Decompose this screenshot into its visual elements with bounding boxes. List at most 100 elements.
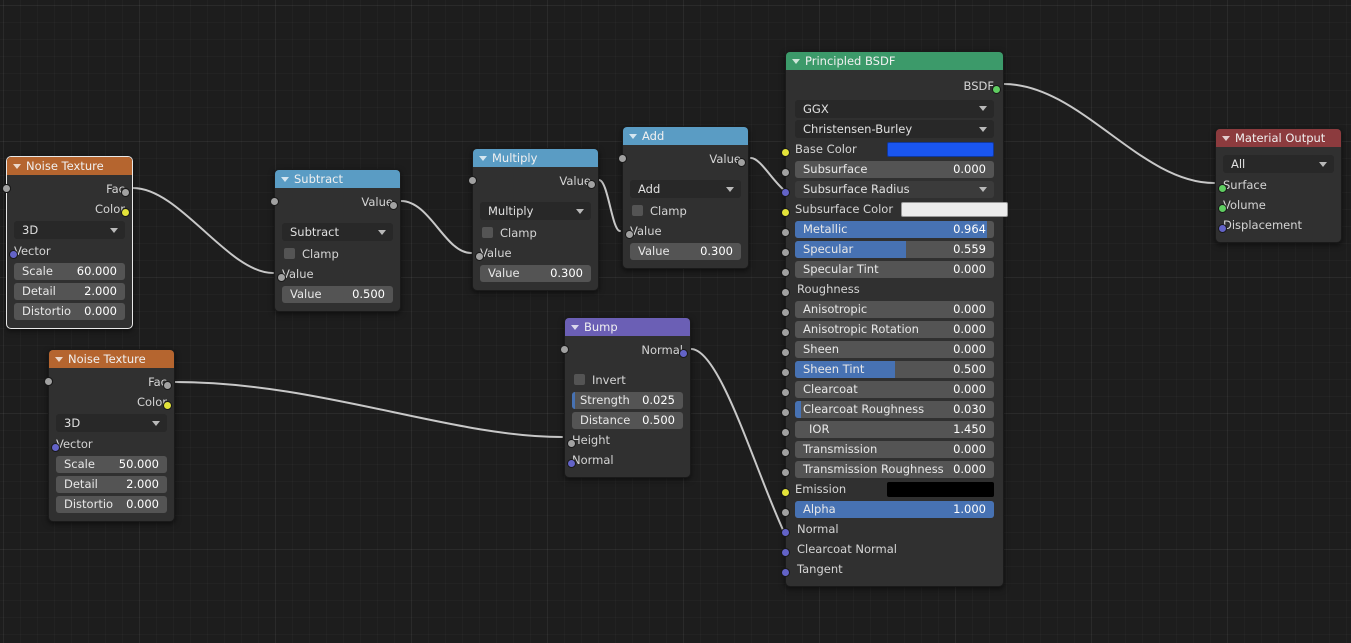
field-distortion[interactable]: Distortio 0.000 (56, 495, 167, 513)
socket-in-value-1[interactable] (475, 252, 484, 261)
color-swatch-base-color[interactable] (887, 141, 994, 157)
socket-in-clearcoat-roughness[interactable] (781, 408, 790, 417)
socket-in-value-1[interactable] (625, 230, 634, 239)
socket-in-specular[interactable] (781, 248, 790, 257)
field-value-2[interactable]: Value 0.500 (282, 285, 393, 303)
field-strength[interactable]: Strength 0.025 (572, 391, 683, 409)
invert-checkbox-row[interactable]: Invert (572, 369, 683, 390)
dimension-dropdown[interactable]: 3D (56, 414, 167, 432)
socket-out-fac[interactable] (163, 381, 172, 390)
socket-in-value-2[interactable] (270, 197, 279, 206)
color-swatch-subsurface-color[interactable] (901, 201, 1009, 217)
socket-in-normal[interactable] (781, 528, 790, 537)
node-noise-texture-1[interactable]: Noise Texture Fac Color 3D Vector Scale … (2, 156, 133, 329)
node-header-subtract[interactable]: Subtract (275, 170, 400, 188)
socket-in-base-color[interactable] (781, 148, 790, 157)
socket-out-normal[interactable] (679, 349, 688, 358)
node-header-principled-bsdf[interactable]: Principled BSDF (786, 52, 1003, 70)
socket-in-specular-tint[interactable] (781, 268, 790, 277)
color-swatch-emission[interactable] (887, 481, 994, 497)
collapse-triangle-icon[interactable] (281, 177, 289, 182)
node-noise-texture-2[interactable]: Noise Texture Fac Color 3D Vector Scale … (44, 349, 175, 522)
socket-out-color[interactable] (163, 401, 172, 410)
slider-clearcoat[interactable]: Clearcoat 0.000 (795, 380, 994, 398)
field-distance[interactable]: Distance 0.500 (572, 411, 683, 429)
socket-in-anisotropic-rotation[interactable] (781, 328, 790, 337)
socket-in-normal[interactable] (567, 459, 576, 468)
slider-anisotropic[interactable]: Anisotropic 0.000 (795, 300, 994, 318)
socket-out-value[interactable] (389, 201, 398, 210)
socket-in-value-2[interactable] (618, 154, 627, 163)
field-detail[interactable]: Detail 2.000 (56, 475, 167, 493)
operation-dropdown[interactable]: Multiply (480, 202, 591, 220)
field-value-2[interactable]: Value 0.300 (630, 242, 741, 260)
node-header-add[interactable]: Add (623, 127, 748, 145)
slider-sheen[interactable]: Sheen 0.000 (795, 340, 994, 358)
socket-out-color[interactable] (121, 208, 130, 217)
dimension-dropdown[interactable]: 3D (14, 221, 125, 239)
field-scale[interactable]: Scale 50.000 (56, 455, 167, 473)
socket-in-value-2[interactable] (468, 176, 477, 185)
slider-alpha[interactable]: Alpha 1.000 (795, 500, 994, 518)
slider-subsurface[interactable]: Subsurface 0.000 (795, 160, 994, 178)
slider-metallic[interactable]: Metallic 0.964 (795, 220, 994, 238)
invert-checkbox[interactable] (574, 374, 585, 385)
socket-in-height[interactable] (567, 439, 576, 448)
node-editor-canvas[interactable]: Noise Texture Fac Color 3D Vector Scale … (0, 0, 1351, 643)
socket-in-alpha[interactable] (781, 508, 790, 517)
socket-in-vector[interactable] (51, 443, 60, 452)
target-dropdown[interactable]: All (1223, 155, 1334, 173)
collapse-triangle-icon[interactable] (571, 325, 579, 330)
node-principled-bsdf[interactable]: Principled BSDF BSDF GGX Christensen-Bur… (781, 51, 1009, 587)
slider-ior[interactable]: IOR 1.450 (795, 420, 994, 438)
socket-out-value[interactable] (587, 180, 596, 189)
socket-in-distance[interactable] (560, 345, 569, 354)
node-header-noise-texture-1[interactable]: Noise Texture (7, 157, 132, 175)
node-header-noise-texture-2[interactable]: Noise Texture (49, 350, 174, 368)
clamp-checkbox[interactable] (284, 248, 295, 259)
socket-in-surface[interactable] (1218, 184, 1227, 193)
socket-out-value[interactable] (737, 158, 746, 167)
socket-out-fac[interactable] (121, 188, 130, 197)
field-distortion[interactable]: Distortio 0.000 (14, 302, 125, 320)
collapse-triangle-icon[interactable] (792, 59, 800, 64)
slider-specular-tint[interactable]: Specular Tint 0.000 (795, 260, 994, 278)
slider-sheen-tint[interactable]: Sheen Tint 0.500 (795, 360, 994, 378)
socket-out-bsdf[interactable] (992, 85, 1001, 94)
operation-dropdown[interactable]: Add (630, 180, 741, 198)
field-scale[interactable]: Scale 60.000 (14, 262, 125, 280)
collapse-triangle-icon[interactable] (479, 156, 487, 161)
socket-in-subsurface-color[interactable] (781, 208, 790, 217)
socket-in-emission[interactable] (781, 488, 790, 497)
node-material-output[interactable]: Material Output All Surface Volume Displ… (1215, 128, 1342, 243)
socket-in-tangent[interactable] (781, 568, 790, 577)
socket-in-transmission[interactable] (781, 448, 790, 457)
socket-in-clearcoat-normal[interactable] (781, 548, 790, 557)
clamp-checkbox-row[interactable]: Clamp (282, 243, 393, 264)
socket-in-ior[interactable] (781, 428, 790, 437)
socket-in-clearcoat[interactable] (781, 388, 790, 397)
distribution-dropdown[interactable]: GGX (795, 99, 994, 118)
socket-in-sheen[interactable] (781, 348, 790, 357)
node-header-multiply[interactable]: Multiply (473, 149, 598, 167)
socket-in-volume[interactable] (1218, 204, 1227, 213)
node-bump[interactable]: Bump Normal Invert Strength 0.025 Distan… (560, 317, 691, 478)
clamp-checkbox-row[interactable]: Clamp (630, 200, 741, 221)
socket-in-value-1[interactable] (277, 273, 286, 282)
clamp-checkbox-row[interactable]: Clamp (480, 222, 591, 243)
collapse-triangle-icon[interactable] (13, 164, 21, 169)
node-header-bump[interactable]: Bump (565, 318, 690, 336)
socket-in-subsurface-radius[interactable] (781, 188, 790, 197)
socket-in-sheen-tint[interactable] (781, 368, 790, 377)
collapse-triangle-icon[interactable] (629, 134, 637, 139)
socket-in-anisotropic[interactable] (781, 308, 790, 317)
subsurface-method-dropdown[interactable]: Christensen-Burley (795, 120, 994, 138)
socket-in-transmission-roughness[interactable] (781, 468, 790, 477)
operation-dropdown[interactable]: Subtract (282, 223, 393, 241)
node-math-subtract[interactable]: Subtract Value Subtract Clamp Value Valu… (270, 169, 401, 312)
field-detail[interactable]: Detail 2.000 (14, 282, 125, 300)
node-header-material-output[interactable]: Material Output (1216, 129, 1341, 147)
socket-in-roughness[interactable] (781, 288, 790, 297)
slider-clearcoat-roughness[interactable]: Clearcoat Roughness 0.030 (795, 400, 994, 418)
socket-in-subsurface[interactable] (781, 168, 790, 177)
